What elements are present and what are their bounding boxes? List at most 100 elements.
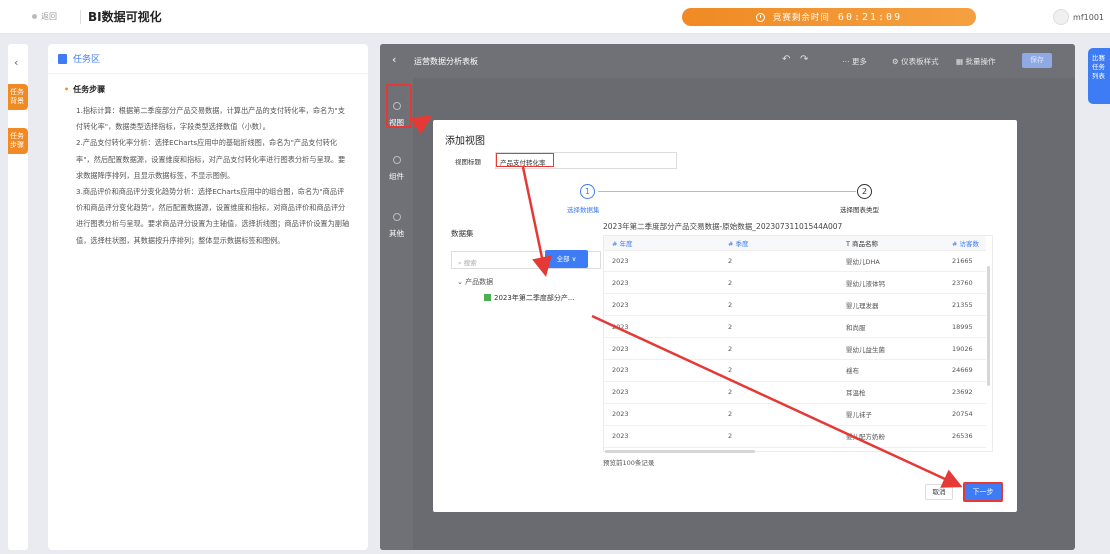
step-2-indicator: 2 <box>857 184 872 199</box>
clock-icon <box>755 12 765 22</box>
editor-toolbar: ‹ 运营数据分析表板 ↶ ↷ ⋯ 更多 ⚙ 仪表板样式 ▦ 批量操作 保存 <box>380 44 1075 78</box>
table-cell: 耳温枪 <box>838 381 944 404</box>
step-connector <box>598 191 856 192</box>
table-row: 2023 2 婴儿配方奶粉 26536 <box>604 425 986 448</box>
next-step-button[interactable]: 下一步 <box>963 482 1003 502</box>
table-cell: 23692 <box>944 381 986 404</box>
sidebar-item-other[interactable]: 其他 <box>380 213 413 239</box>
chevron-left-icon[interactable]: ‹ <box>14 56 18 69</box>
dataset-table-icon <box>484 294 491 301</box>
competition-task-list-tab[interactable]: 比赛任务列表 <box>1088 48 1110 104</box>
task-panel-header: 任务区 <box>48 44 368 74</box>
table-cell: 2 <box>720 315 838 339</box>
document-icon <box>58 53 67 64</box>
dashboard-style-button[interactable]: ⚙ 仪表板样式 <box>892 56 939 67</box>
view-title-label: 视图标题 <box>455 158 481 166</box>
back-dot-icon <box>32 14 37 19</box>
table-cell: 2 <box>720 250 838 273</box>
table-cell: 2 <box>720 337 838 360</box>
more-button[interactable]: ⋯ 更多 <box>842 56 867 67</box>
table-cell: 婴幼儿益生菌 <box>838 337 944 360</box>
user-menu[interactable]: mf1001 <box>1053 9 1104 25</box>
back-label: 返回 <box>41 12 57 21</box>
table-cell: 2023 <box>604 403 720 426</box>
component-icon <box>392 156 401 164</box>
vertical-scrollbar[interactable] <box>987 266 990 386</box>
cancel-button[interactable]: 取消 <box>925 484 953 500</box>
avatar <box>1053 9 1070 25</box>
table-cell: 2023 <box>604 381 720 404</box>
table-row: 2023 2 婴幼儿液体钙 23760 <box>604 271 986 295</box>
tree-folder-product-data[interactable]: ⌄ 产品数据 <box>457 277 493 287</box>
app-title: BI数据可视化 <box>88 10 162 24</box>
table-cell: 2023 <box>604 250 720 273</box>
table-cell: 2023 <box>604 359 720 382</box>
table-row: 2023 2 婴儿理发器 21355 <box>604 293 986 317</box>
steps-text: 1.指标计算：根据第二季度部分产品交易数据，计算出产品的支付转化率，命名为"支付… <box>76 106 350 245</box>
dataset-label: 数据集 <box>451 229 474 238</box>
back-button[interactable]: 返回 <box>32 11 57 22</box>
table-cell: 2 <box>720 293 838 317</box>
table-cell: 2 <box>720 359 838 382</box>
step-2-label: 选择图表类型 <box>840 206 879 214</box>
table-cell: 2023 <box>604 337 720 360</box>
table-cell: 襁布 <box>838 359 944 382</box>
timer-label: 竞赛剩余时间 <box>772 13 830 23</box>
input-highlight-box <box>496 153 554 167</box>
table-row: 2023 2 婴幼儿益生菌 19026 <box>604 337 986 360</box>
redo-icon[interactable]: ↷ <box>800 54 808 65</box>
table-cell: 20754 <box>944 403 986 426</box>
table-cell: 2023 <box>604 271 720 295</box>
table-cell: 婴儿袜子 <box>838 403 944 426</box>
divider <box>80 10 81 24</box>
sidebar-item-component[interactable]: 组件 <box>380 156 413 182</box>
table-cell: 婴幼儿DHA <box>838 250 944 273</box>
countdown-timer: 竞赛剩余时间 60:21:09 <box>682 8 976 26</box>
table-cell: 21665 <box>944 250 986 273</box>
steps-heading: 任务步骤 <box>64 84 368 95</box>
step-1-indicator: 1 <box>580 184 595 199</box>
table-cell: 2 <box>720 271 838 295</box>
all-filter-dropdown[interactable]: 全部 ∨ <box>545 250 588 268</box>
table-cell: 26536 <box>944 425 986 448</box>
timer-value: 60:21:09 <box>837 11 903 23</box>
tab-task-steps[interactable]: 任务步骤 <box>8 128 28 154</box>
table-cell: 2 <box>720 381 838 404</box>
view-highlight-box <box>386 84 412 128</box>
username: mf1001 <box>1073 12 1104 22</box>
preview-table: # 年度 # 季度 T 商品名称 # 访客数 2023 2 婴幼儿DHA 21665 2… <box>603 235 993 452</box>
dashboard-title: 运营数据分析表板 <box>414 57 478 66</box>
col-product-name: T 商品名称 <box>838 236 944 251</box>
step-1-label: 选择数据集 <box>567 206 600 214</box>
batch-operation-button[interactable]: ▦ 批量操作 <box>956 56 995 67</box>
table-cell: 23760 <box>944 271 986 295</box>
other-icon <box>392 213 401 221</box>
table-cell: 2 <box>720 403 838 426</box>
table-cell: 2 <box>720 425 838 448</box>
left-collapse-strip: ‹ <box>8 44 28 550</box>
undo-icon[interactable]: ↶ <box>782 54 790 65</box>
table-cell: 18995 <box>944 315 986 339</box>
chevron-left-icon[interactable]: ‹ <box>392 53 396 66</box>
editor-sidebar: 视图 组件 其他 <box>380 78 413 550</box>
table-cell: 2023 <box>604 293 720 317</box>
horizontal-scrollbar[interactable] <box>605 450 755 453</box>
top-bar: 返回 BI数据可视化 竞赛剩余时间 60:21:09 mf1001 <box>0 0 1110 34</box>
tree-item-dataset[interactable]: 2023年第二季度部分产... <box>480 291 590 305</box>
table-cell: 婴儿配方奶粉 <box>838 425 944 448</box>
col-visitors: # 访客数 <box>944 236 986 251</box>
tab-task-background[interactable]: 任务背景 <box>8 84 28 110</box>
table-cell: 婴幼儿液体钙 <box>838 271 944 295</box>
preview-note: 预览前100条记录 <box>603 459 655 467</box>
table-cell: 24669 <box>944 359 986 382</box>
col-year: # 年度 <box>604 236 720 251</box>
table-header-row: # 年度 # 季度 T 商品名称 # 访客数 <box>604 236 986 251</box>
table-row: 2023 2 和尚服 18995 <box>604 315 986 339</box>
table-cell: 2023 <box>604 425 720 448</box>
table-row: 2023 2 婴幼儿DHA 21665 <box>604 250 986 273</box>
col-quarter: # 季度 <box>720 236 838 251</box>
add-view-dialog: 添加视图 视图标题 产品支付转化率 1 2 选择数据集 选择图表类型 数据集 ⌕… <box>433 120 1017 512</box>
table-row: 2023 2 婴儿袜子 20754 <box>604 403 986 426</box>
save-button[interactable]: 保存 <box>1022 53 1052 68</box>
table-cell: 和尚服 <box>838 315 944 339</box>
